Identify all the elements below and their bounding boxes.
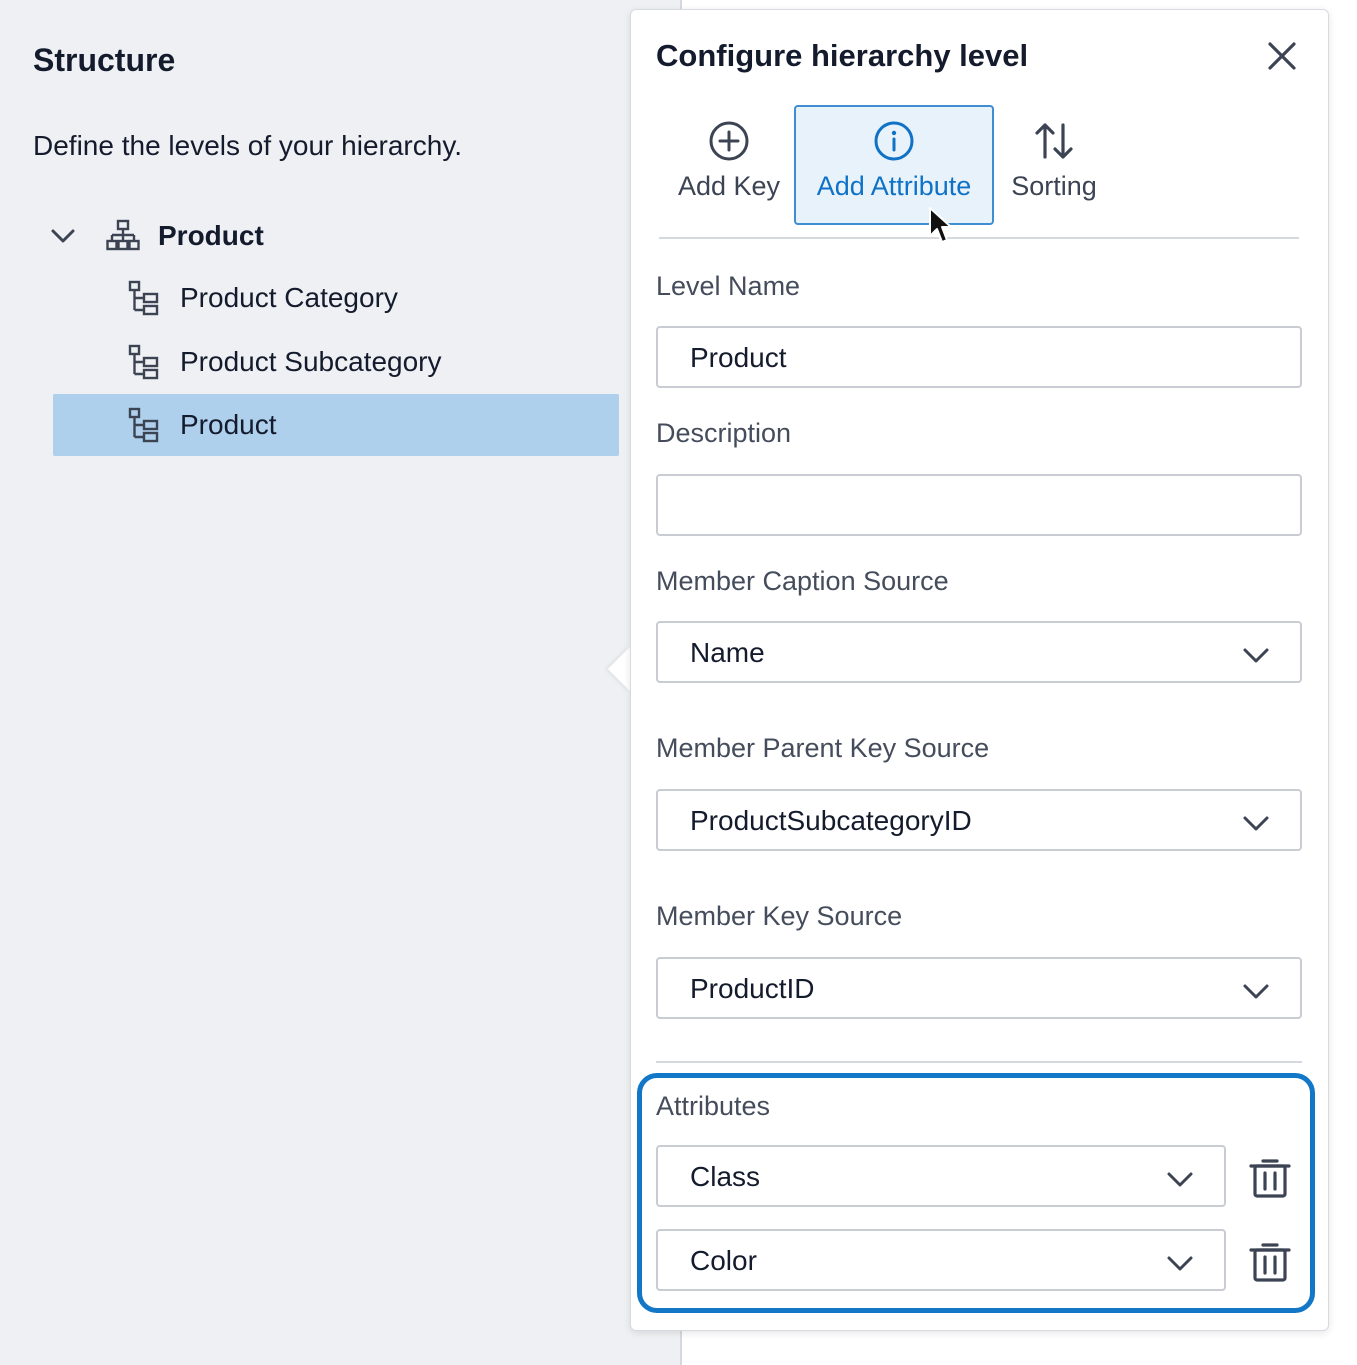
attribute-value: Color: [690, 1245, 757, 1276]
tree-item-label: Product Subcategory: [180, 346, 442, 377]
caption-source-label: Member Caption Source: [656, 566, 949, 596]
trash-icon[interactable]: [1248, 1155, 1292, 1199]
add-attribute-label: Add Attribute: [816, 171, 972, 201]
section-divider: [656, 1061, 1302, 1063]
add-key-button[interactable]: Add Key: [669, 105, 789, 225]
caption-source-select[interactable]: Name: [656, 621, 1302, 683]
mouse-cursor-icon: [929, 207, 952, 243]
chevron-down-icon: [1167, 1172, 1193, 1187]
tree-item-label: Product Category: [180, 282, 398, 313]
dialog-toolbar: Add Key Add Attribute Sorting: [659, 105, 1299, 239]
level-name-value: Product: [690, 342, 787, 373]
level-name-label: Level Name: [656, 271, 801, 301]
chevron-down-icon: [1243, 816, 1269, 831]
level-icon: [128, 280, 159, 316]
dialog-title: Configure hierarchy level: [656, 38, 1029, 73]
level-name-input[interactable]: Product: [656, 326, 1302, 388]
chevron-down-icon: [1243, 648, 1269, 663]
chevron-down-icon: [1243, 984, 1269, 999]
tree-item-label: Product: [180, 409, 277, 440]
tree-item-product-category[interactable]: Product Category: [53, 267, 619, 329]
plus-circle-icon: [709, 121, 749, 161]
sorting-label: Sorting: [1011, 171, 1097, 201]
description-label: Description: [656, 418, 792, 448]
sort-arrows-icon: [1035, 123, 1073, 159]
sorting-button[interactable]: Sorting: [999, 105, 1109, 225]
key-source-label: Member Key Source: [656, 901, 903, 931]
tree-item-product[interactable]: Product: [53, 394, 619, 456]
hierarchy-icon: [106, 219, 140, 251]
level-icon: [128, 407, 159, 443]
attributes-label: Attributes: [656, 1091, 771, 1121]
chevron-down-icon[interactable]: [48, 221, 78, 251]
level-icon: [128, 344, 159, 380]
structure-description: Define the levels of your hierarchy.: [33, 130, 463, 161]
parent-key-select[interactable]: ProductSubcategoryID: [656, 789, 1302, 851]
attribute-value: Class: [690, 1161, 761, 1192]
parent-key-value: ProductSubcategoryID: [690, 805, 972, 836]
attribute-select-class[interactable]: Class: [656, 1145, 1226, 1207]
chevron-down-icon: [1167, 1256, 1193, 1271]
parent-key-label: Member Parent Key Source: [656, 733, 990, 763]
key-source-select[interactable]: ProductID: [656, 957, 1302, 1019]
trash-icon[interactable]: [1248, 1239, 1292, 1283]
tree-item-product-subcategory[interactable]: Product Subcategory: [53, 331, 619, 393]
tree-root-label: Product: [158, 220, 264, 251]
info-circle-icon: [874, 121, 914, 161]
close-icon[interactable]: [1264, 38, 1300, 74]
configure-level-dialog: Configure hierarchy level Add Key Add At…: [630, 9, 1329, 1331]
caption-source-value: Name: [690, 637, 765, 668]
key-source-value: ProductID: [690, 973, 815, 1004]
attribute-select-color[interactable]: Color: [656, 1229, 1226, 1291]
structure-title: Structure: [33, 42, 176, 78]
tree-root-product[interactable]: Product: [48, 214, 264, 258]
description-input[interactable]: [656, 474, 1302, 536]
add-key-label: Add Key: [677, 171, 781, 201]
add-attribute-button[interactable]: Add Attribute: [794, 105, 994, 225]
